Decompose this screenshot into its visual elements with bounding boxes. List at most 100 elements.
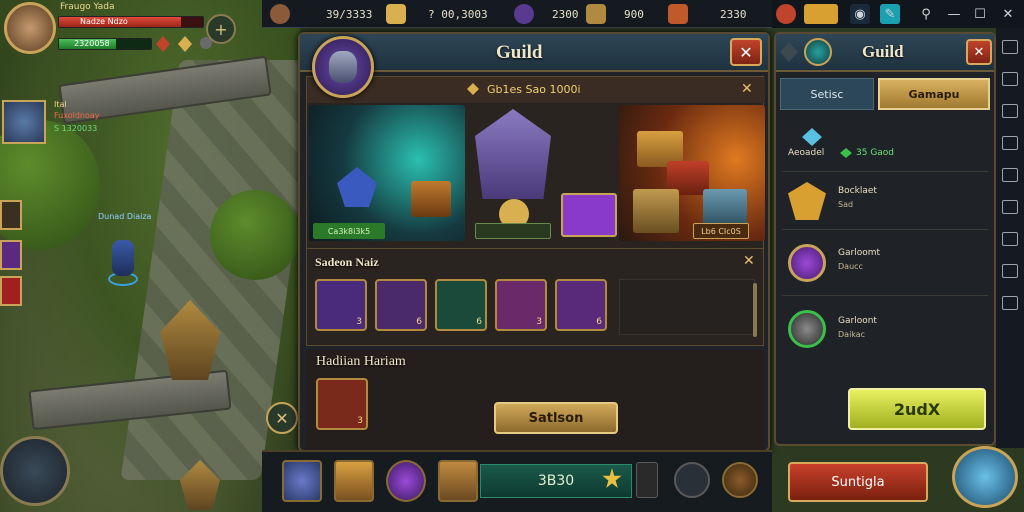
list-item[interactable]: Garloont Daikac [782,298,988,364]
tab-gameplay[interactable]: Gamapu [878,78,990,110]
game-world[interactable]: Dunad Diaiza [0,0,320,512]
keymap-icon[interactable]: ✎ [880,4,900,24]
green-gem-icon [840,148,852,158]
gamepad-icon[interactable]: ◉ [850,4,870,24]
armor-reward-icon[interactable]: 3 [316,378,368,430]
row-sub: Daikac [838,330,866,339]
tab-settings[interactable]: Setisc [780,78,874,110]
gear-icon[interactable] [674,462,710,498]
ally-sub: Fuxoldnoay [54,111,100,120]
resource-mask: 2300 [514,4,579,24]
resource-crate: 900 [586,4,644,24]
gold-bar-icon [386,4,406,24]
chest-icon[interactable] [438,460,478,502]
row-label: Bocklaet [838,186,877,196]
bottom-action-button[interactable]: Suntigla [788,462,928,502]
compass-icon[interactable]: + [206,14,236,44]
row-label: Garloomt [838,248,880,258]
ally-stat: S 1320033 [54,124,98,133]
amulet-icon[interactable]: 6 [375,279,427,331]
side-header: Guild ✕ [776,34,994,72]
tool-icon[interactable] [1002,168,1018,182]
offer-tag-orange[interactable]: Lb6 CIc0S [693,223,749,239]
slider-handle[interactable] [636,462,658,498]
scrollbar[interactable] [753,283,757,337]
skill-orb-icon[interactable] [952,446,1018,508]
back-arrow-icon[interactable] [780,42,798,62]
gem-ring-icon[interactable] [386,460,426,502]
items-close-button[interactable]: ✕ [743,253,755,269]
list-item[interactable]: Aeoadel 35 Gaod [782,118,988,172]
menu-joystick-button[interactable] [0,436,70,506]
ally-avatar[interactable] [2,100,46,144]
close-window-button[interactable]: ✕ [998,4,1018,24]
player-avatar[interactable] [4,2,56,54]
avatar-icon[interactable] [282,460,322,502]
medal-icon[interactable] [722,462,758,498]
side-title: Guild [862,42,904,61]
quick-slot-red[interactable] [0,276,22,306]
window-titlebar: ◉ ✎ ⚲ — ☐ ✕ [772,0,1024,28]
shuriken-icon[interactable]: 3 [315,279,367,331]
portrait-icon [270,4,290,24]
offer-section: Gb1es Sao 1000i ✕ Ca3k8i3k5 Lb6 CIc0S [306,76,765,272]
offer-close-button[interactable]: ✕ [741,81,753,97]
offer-tag-green[interactable]: Ca3k8i3k5 [313,223,385,239]
app-icon[interactable] [776,4,796,24]
offer-tag-price[interactable] [475,223,551,239]
chest-icon [668,4,688,24]
quick-slot-gold[interactable] [0,200,22,230]
bottom-bar: 3B30 [262,450,772,512]
helmet-icon [475,109,551,199]
gem-icon [467,83,479,95]
tool-icon[interactable] [1002,200,1018,214]
scroll-icon[interactable]: 6 [555,279,607,331]
list-item[interactable]: Garloomt Daucc [782,232,988,296]
items-title: Sadeon Naiz [315,255,379,269]
tool-icon[interactable] [1002,136,1018,150]
tool-icon[interactable] [1002,232,1018,246]
axe-icon[interactable]: 3 [495,279,547,331]
row-label: Garloont [838,316,877,326]
select-button[interactable]: Satlson [494,402,618,434]
row-sub: Sad [838,200,854,209]
tool-icon[interactable] [1002,296,1018,310]
player-title: Nadze Ndzo [80,17,128,26]
guild-badge-icon [804,38,832,66]
row-label: Aeoadel [788,148,825,158]
red-gem-icon [156,36,170,52]
empty-slot-area [619,279,755,335]
crate-icon[interactable] [334,460,374,502]
gold-gem-icon [178,36,192,52]
close-side-button[interactable]: ✕ [966,39,992,65]
hero-character[interactable] [100,236,144,292]
list-item[interactable]: Bocklaet Sad [782,174,988,230]
reward-title: Hadiian Hariam [316,354,406,369]
npc-name: Dunad Diaiza [98,212,152,221]
restore-button[interactable]: ☐ [970,4,990,24]
lion-emblem-icon [788,182,826,220]
purple-chest-icon[interactable] [561,193,617,237]
skull-mask-icon [329,51,357,83]
confirm-button[interactable]: 2udX [848,388,986,430]
close-guild-button[interactable]: ✕ [730,38,762,66]
tool-icon[interactable] [1002,104,1018,118]
crate-icon [586,4,606,24]
location-icon[interactable]: ⚲ [916,4,936,24]
teal-armor-art [309,105,465,241]
reward-section: Hadiian Hariam 3 Satlson [306,350,764,450]
guild-title: Guild [496,42,543,63]
tool-icon[interactable] [1002,264,1018,278]
quick-slot-purple[interactable] [0,240,22,270]
armor-icon [788,310,826,348]
resource-bar: 39/3333 ? 00,3003 2300 900 2330 [262,0,772,28]
resource-gold: ? 00,3003 [386,4,488,24]
tool-icon[interactable] [1002,72,1018,86]
dagger-icon[interactable]: 6 [435,279,487,331]
minimize-button[interactable]: — [944,4,964,24]
gold-pack-icon[interactable] [804,4,838,24]
crossed-swords-icon[interactable]: ✕ [266,402,298,434]
side-toolbar [996,28,1024,448]
row-extra: 35 Gaod [856,148,895,158]
tool-icon[interactable] [1002,40,1018,54]
